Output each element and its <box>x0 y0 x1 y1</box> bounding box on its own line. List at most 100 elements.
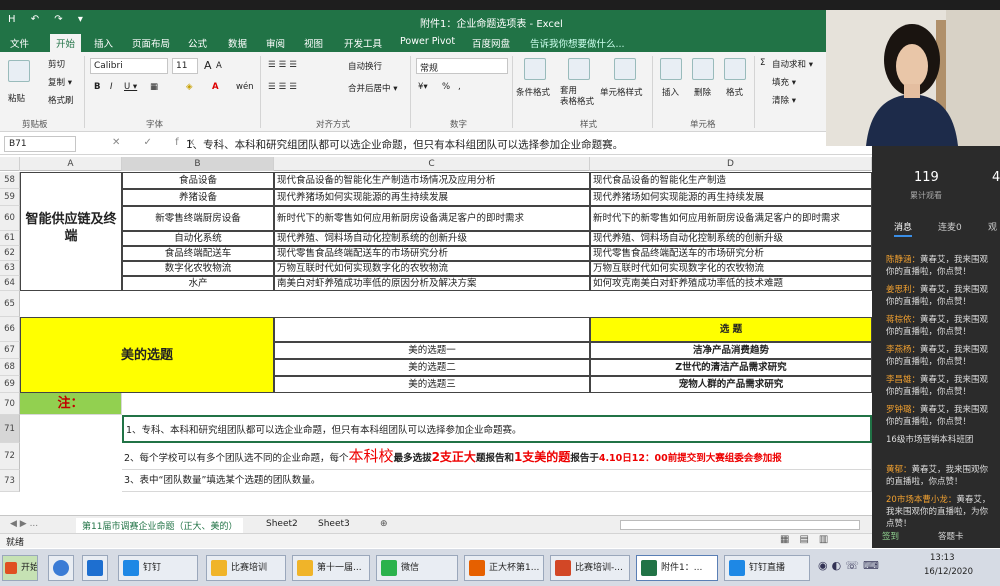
font-name-select[interactable]: Calibri <box>90 58 168 74</box>
cell-d[interactable]: 现代养殖、饲料场自动化控制系统的创新升级 <box>590 231 872 246</box>
tab-data[interactable]: 数据 <box>228 36 247 50</box>
align-top-icon[interactable]: ☰☰☰ <box>268 60 300 70</box>
add-sheet-button[interactable]: ⊕ <box>374 518 394 530</box>
meide-topic-cell[interactable]: 洁净产品消费趋势 <box>590 342 872 359</box>
tab-page-layout[interactable]: 页面布局 <box>132 36 170 50</box>
row-header[interactable]: 61 <box>0 231 20 246</box>
meide-topic-cell[interactable]: Z世代的清洁产品需求研究 <box>590 359 872 376</box>
delete-cells-icon[interactable] <box>692 58 714 80</box>
tab-mic[interactable]: 连麦0 <box>938 220 962 233</box>
tab-formulas[interactable]: 公式 <box>188 36 207 50</box>
cell-d[interactable]: 现代养猪场如何实现能源的再生持续发展 <box>590 189 872 206</box>
column-header-a[interactable]: A <box>20 157 122 171</box>
row-header[interactable]: 73 <box>0 470 20 492</box>
row-header[interactable]: 62 <box>0 246 20 261</box>
cell-c[interactable]: 现代养殖、饲料场自动化控制系统的创新升级 <box>274 231 590 246</box>
autosum-button[interactable]: 自动求和 ▾ <box>772 58 813 70</box>
percent-button[interactable]: % <box>442 82 450 92</box>
sheet-nav-arrows[interactable]: ◀ ▶ ... <box>4 518 44 530</box>
meide-topic-cell[interactable]: 宠物人群的产品需求研究 <box>590 376 872 393</box>
fill-color-icon[interactable]: ◈ <box>186 82 193 92</box>
format-cells-button[interactable]: 格式 <box>726 86 743 98</box>
cell-c[interactable]: 万物互联时代如何实现数字化的农牧物流 <box>274 261 590 276</box>
cell-c[interactable]: 南美白对虾养殖成功率低的原因分析及解决方案 <box>274 276 590 291</box>
delete-cells-button[interactable]: 删除 <box>694 86 711 98</box>
tab-file[interactable]: 文件 <box>10 36 29 50</box>
tab-view[interactable]: 视图 <box>304 36 323 50</box>
underline-button[interactable]: U ▾ <box>124 82 137 92</box>
tab-power-pivot[interactable]: Power Pivot <box>400 36 455 47</box>
bold-button[interactable]: B <box>94 82 100 92</box>
column-header-c[interactable]: C <box>274 157 590 171</box>
conditional-format-icon[interactable] <box>524 58 546 80</box>
taskbar-app[interactable]: 正大杯第1... <box>464 555 544 581</box>
clear-button[interactable]: 清除 ▾ <box>772 94 796 106</box>
tab-messages[interactable]: 消息 <box>894 220 913 237</box>
italic-button[interactable]: I <box>110 82 113 92</box>
meide-topic-name-cell[interactable]: 美的选题二 <box>274 359 590 376</box>
row-header[interactable]: 64 <box>0 276 20 291</box>
tell-me-search[interactable]: 告诉我你想要做什么... <box>530 36 625 50</box>
conditional-format-button[interactable]: 条件格式 <box>516 86 550 98</box>
tab-insert[interactable]: 插入 <box>94 36 113 50</box>
cell-b[interactable]: 水产 <box>122 276 274 291</box>
topic-heading-cell[interactable]: 选 题 <box>590 317 872 342</box>
format-painter-button[interactable]: 格式刷 <box>48 94 74 106</box>
row-header[interactable]: 58 <box>0 172 20 189</box>
quick-access-toolbar[interactable]: H ↶ ↷ ▾ <box>8 14 89 25</box>
row-header[interactable]: 65 <box>0 291 20 317</box>
note-1-cell[interactable]: 1、专科、本科和研究组团队都可以选企业命题，但只有本科组团队可以选择参加企业命题… <box>122 415 872 443</box>
font-size-select[interactable]: 11 <box>172 58 198 74</box>
copy-button[interactable]: 复制 ▾ <box>48 76 72 88</box>
sheet-tab-sheet2[interactable]: Sheet2 <box>260 518 304 530</box>
shrink-font-button[interactable]: A <box>216 61 222 71</box>
empty-cell[interactable] <box>274 317 590 342</box>
row-header[interactable]: 70 <box>0 393 20 415</box>
row-header[interactable]: 63 <box>0 261 20 276</box>
cut-button[interactable]: 剪切 <box>48 58 65 70</box>
taskbar-app[interactable]: 第十一届... <box>292 555 370 581</box>
insert-cells-button[interactable]: 插入 <box>662 86 679 98</box>
row-header[interactable]: 69 <box>0 376 20 393</box>
row-header[interactable]: 68 <box>0 359 20 376</box>
column-header-b[interactable]: B <box>122 157 274 171</box>
cell-d[interactable]: 万物互联时代如何实现数字化的农牧物流 <box>590 261 872 276</box>
taskbar-app[interactable]: 比赛培训 <box>206 555 286 581</box>
checkin-button[interactable]: 签到 <box>882 530 899 542</box>
taskbar-app[interactable]: 附件1：... <box>636 555 718 581</box>
cell-b[interactable]: 数字化农牧物流 <box>122 261 274 276</box>
tab-developer[interactable]: 开发工具 <box>344 36 382 50</box>
phonetic-button[interactable]: wén <box>236 82 254 92</box>
tray-icons[interactable]: ◉◐☏⌨ <box>818 559 883 572</box>
notes-title-cell[interactable]: 注： <box>20 393 122 415</box>
formula-input[interactable]: 1、专科、本科和研究组团队都可以选企业命题，但只有本科组团队可以选择参加企业命题… <box>186 137 623 152</box>
cell-b[interactable]: 食品终端配送车 <box>122 246 274 261</box>
cell-c[interactable]: 现代食品设备的智能化生产制造市场情况及应用分析 <box>274 172 590 189</box>
answer-card-button[interactable]: 答题卡 <box>938 530 964 542</box>
cell-c[interactable]: 新时代下的新零售如何应用新厨房设备满足客户的即时需求 <box>274 206 590 231</box>
insert-cells-icon[interactable] <box>660 58 682 80</box>
taskbar-app[interactable]: 微信 <box>376 555 458 581</box>
cell-styles-button[interactable]: 单元格样式 <box>600 86 643 98</box>
table-format-icon[interactable] <box>568 58 590 80</box>
cell-c[interactable]: 现代零售食品终端配送车的市场研究分析 <box>274 246 590 261</box>
name-box[interactable]: B71 <box>4 136 76 152</box>
horizontal-scrollbar[interactable] <box>620 520 860 530</box>
cell-d[interactable]: 现代食品设备的智能化生产制造 <box>590 172 872 189</box>
start-button[interactable]: 开始 <box>2 555 38 581</box>
row-header[interactable]: 71 <box>0 415 20 443</box>
table-format-button[interactable]: 套用 表格格式 <box>560 86 594 108</box>
currency-icon[interactable]: ¥▾ <box>418 82 428 92</box>
align-left-icon[interactable]: ☰☰☰ <box>268 82 300 92</box>
row-header[interactable]: 66 <box>0 317 20 342</box>
taskbar-app[interactable]: 比赛培训-... <box>550 555 630 581</box>
cell-b[interactable]: 新零售终端厨房设备 <box>122 206 274 231</box>
merge-center-button[interactable]: 合并后居中 ▾ <box>348 82 397 94</box>
row-header[interactable]: 72 <box>0 443 20 470</box>
font-color-button[interactable]: A <box>212 82 219 92</box>
fill-button[interactable]: 填充 ▾ <box>772 76 796 88</box>
cell-d[interactable]: 如何攻克南美白对虾养殖成功率低的技术难题 <box>590 276 872 291</box>
cell-b[interactable]: 自动化系统 <box>122 231 274 246</box>
comma-button[interactable]: , <box>458 82 461 92</box>
grow-font-button[interactable]: A <box>204 59 212 72</box>
